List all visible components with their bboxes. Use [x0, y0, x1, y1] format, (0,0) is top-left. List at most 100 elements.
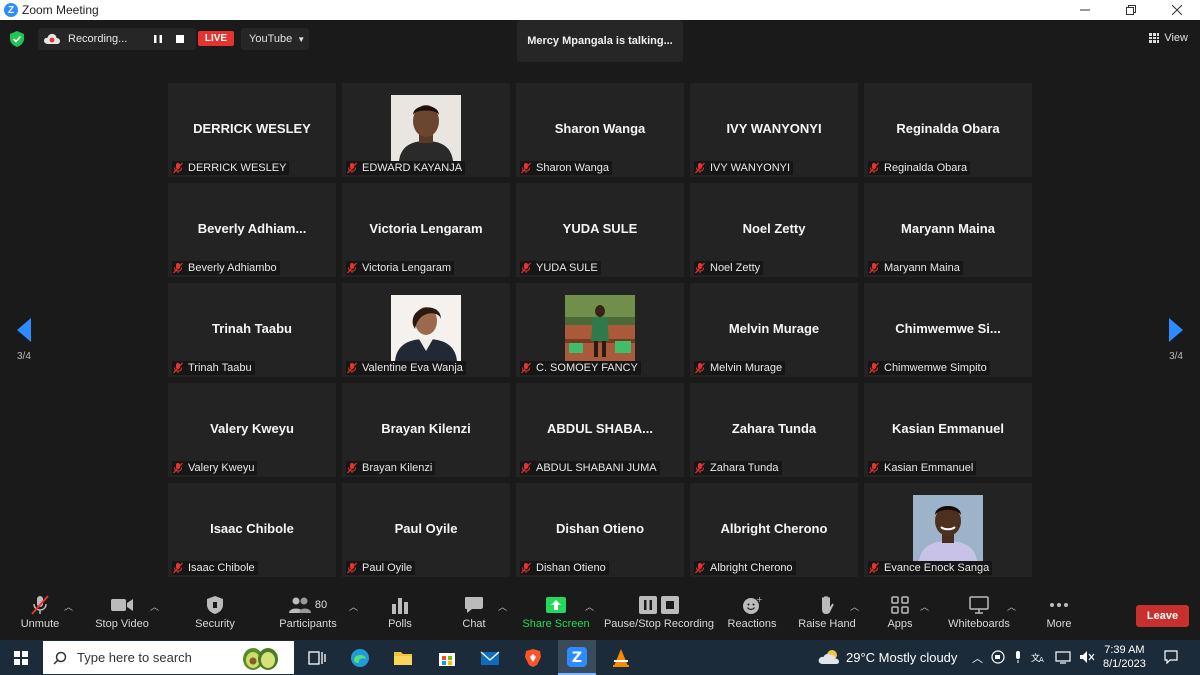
- participant-name-label: Victoria Lengaram: [346, 261, 455, 275]
- edge-browser-icon[interactable]: [350, 648, 370, 668]
- muted-microphone-icon: [521, 262, 531, 274]
- muted-microphone-icon: [347, 462, 357, 474]
- close-button[interactable]: [1154, 0, 1200, 20]
- pause-stop-recording-button[interactable]: Pause/Stop Recording: [604, 592, 714, 640]
- video-options-caret-icon[interactable]: ︿: [150, 600, 159, 613]
- participant-tile[interactable]: Noel Zetty Noel Zetty: [690, 183, 858, 277]
- pause-recording-icon[interactable]: [153, 34, 163, 44]
- participant-tile[interactable]: Chimwemwe Si... Chimwemwe Simpito: [864, 283, 1032, 377]
- network-tray-icon[interactable]: [1055, 650, 1071, 664]
- share-screen-button[interactable]: Share Screen: [522, 592, 590, 640]
- unmute-button[interactable]: Unmute: [14, 592, 66, 640]
- view-button[interactable]: View: [1149, 32, 1188, 44]
- chat-button[interactable]: Chat: [459, 592, 489, 640]
- encryption-shield-icon[interactable]: [10, 31, 24, 47]
- window-title: Zoom Meeting: [22, 3, 99, 17]
- zoom-taskbar-button[interactable]: Z: [558, 640, 596, 675]
- participant-tile[interactable]: Melvin Murage Melvin Murage: [690, 283, 858, 377]
- participant-tile[interactable]: ABDUL SHABA... ABDUL SHABANI JUMA: [516, 383, 684, 477]
- language-tray-icon[interactable]: 文 A: [1031, 650, 1047, 664]
- share-options-caret-icon[interactable]: ︿: [585, 600, 594, 613]
- brave-browser-icon[interactable]: [523, 648, 543, 668]
- zoom-tray-icon[interactable]: [991, 650, 1005, 664]
- muted-microphone-icon: [173, 562, 183, 574]
- audio-options-caret-icon[interactable]: ︿: [64, 600, 73, 613]
- speaker-muted-tray-icon[interactable]: [1079, 650, 1095, 664]
- participant-tile[interactable]: Isaac Chibole Isaac Chibole: [168, 483, 336, 577]
- participant-name-text: Paul Oyile: [362, 562, 413, 574]
- participant-tile[interactable]: YUDA SULE YUDA SULE: [516, 183, 684, 277]
- whiteboards-button[interactable]: Whiteboards: [946, 592, 1012, 640]
- raise-hand-button[interactable]: Raise Hand: [798, 592, 856, 640]
- taskbar-clock[interactable]: 7:39 AM 8/1/2023: [1103, 643, 1146, 671]
- vlc-player-icon[interactable]: [611, 648, 631, 668]
- participant-tile[interactable]: Kasian Emmanuel Kasian Emmanuel: [864, 383, 1032, 477]
- show-hidden-icons-icon[interactable]: ︿: [972, 650, 983, 666]
- microsoft-store-icon[interactable]: [437, 648, 457, 668]
- participants-options-caret-icon[interactable]: ︿: [349, 600, 358, 613]
- more-button[interactable]: More: [1044, 592, 1074, 640]
- participant-name-text: Dishan Otieno: [536, 562, 606, 574]
- participant-tile[interactable]: Valery Kweyu Valery Kweyu: [168, 383, 336, 477]
- stop-recording-icon[interactable]: [176, 35, 184, 43]
- participant-tile[interactable]: Maryann Maina Maryann Maina: [864, 183, 1032, 277]
- file-explorer-icon[interactable]: [393, 648, 413, 668]
- participant-tile[interactable]: Zahara Tunda Zahara Tunda: [690, 383, 858, 477]
- avocado-doodle-icon[interactable]: [240, 645, 280, 671]
- participant-tile[interactable]: Trinah Taabu Trinah Taabu: [168, 283, 336, 377]
- polls-button[interactable]: Polls: [383, 592, 417, 640]
- search-placeholder: Type here to search: [77, 650, 192, 665]
- windows-taskbar: Type here to search Z 29°C Mostly cloudy…: [0, 640, 1200, 675]
- participant-tile[interactable]: Beverly Adhiam... Beverly Adhiambo: [168, 183, 336, 277]
- participant-tile[interactable]: Valentine Eva Wanja: [342, 283, 510, 377]
- participant-tile[interactable]: Brayan Kilenzi Brayan Kilenzi: [342, 383, 510, 477]
- microphone-tray-icon[interactable]: [1013, 650, 1023, 664]
- participant-tile[interactable]: C. SOMOEY FANCY: [516, 283, 684, 377]
- participant-tile[interactable]: Paul Oyile Paul Oyile: [342, 483, 510, 577]
- taskbar-search-box[interactable]: Type here to search: [43, 641, 294, 674]
- reactions-button[interactable]: + Reactions: [728, 592, 777, 640]
- whiteboards-options-caret-icon[interactable]: ︿: [1007, 600, 1016, 613]
- chat-options-caret-icon[interactable]: ︿: [498, 600, 507, 613]
- participant-tile[interactable]: Albright Cherono Albright Cherono: [690, 483, 858, 577]
- restore-button[interactable]: [1108, 0, 1154, 20]
- participant-tile[interactable]: Reginalda Obara Reginalda Obara: [864, 83, 1032, 177]
- security-button[interactable]: Security: [193, 592, 237, 640]
- leave-button[interactable]: Leave: [1136, 605, 1189, 627]
- next-page-icon[interactable]: [1165, 318, 1185, 342]
- stop-video-button[interactable]: Stop Video: [92, 592, 152, 640]
- notification-center-icon[interactable]: [1164, 650, 1178, 664]
- participant-video-feed: [565, 295, 635, 361]
- participant-tile[interactable]: Dishan Otieno Dishan Otieno: [516, 483, 684, 577]
- apps-options-caret-icon[interactable]: ︿: [920, 600, 929, 613]
- participant-tile[interactable]: DERRICK WESLEY DERRICK WESLEY: [168, 83, 336, 177]
- participant-count: 80: [314, 599, 328, 611]
- participant-tile[interactable]: Sharon Wanga Sharon Wanga: [516, 83, 684, 177]
- participant-name-text: ABDUL SHABANI JUMA: [536, 462, 657, 474]
- minimize-button[interactable]: [1062, 0, 1108, 20]
- muted-microphone-icon: [521, 562, 531, 574]
- participant-gallery: DERRICK WESLEY DERRICK WESLEY EDWARD KAYAN…: [168, 83, 1032, 578]
- participant-tile[interactable]: Victoria Lengaram Victoria Lengaram: [342, 183, 510, 277]
- participants-label: Participants: [279, 618, 337, 630]
- meeting-top-bar: Recording... LIVE YouTube ▼ Mercy Mpanga…: [0, 20, 1200, 62]
- windows-start-icon[interactable]: [14, 651, 28, 665]
- muted-microphone-icon: [695, 262, 705, 274]
- previous-page-icon[interactable]: [15, 318, 35, 342]
- participants-button[interactable]: 80 Participants: [278, 592, 338, 640]
- participant-name-label: Trinah Taabu: [172, 361, 255, 375]
- participant-tile[interactable]: IVY WANYONYI IVY WANYONYI: [690, 83, 858, 177]
- microphone-muted-icon: [31, 595, 49, 615]
- apps-button[interactable]: Apps: [884, 592, 916, 640]
- raise-hand-options-caret-icon[interactable]: ︿: [850, 600, 859, 613]
- participant-tile[interactable]: EDWARD KAYANJA: [342, 83, 510, 177]
- participant-display-name: Dishan Otieno: [555, 521, 645, 536]
- task-view-icon[interactable]: [307, 648, 327, 668]
- participant-video-feed: [913, 495, 983, 561]
- participant-tile[interactable]: Evance Enock Sanga: [864, 483, 1032, 577]
- participant-name-label: Sharon Wanga: [520, 161, 612, 175]
- mail-icon[interactable]: [480, 648, 500, 668]
- cloud-recording-icon: [44, 33, 60, 44]
- weather-widget[interactable]: 29°C Mostly cloudy: [818, 649, 957, 665]
- stream-target-dropdown[interactable]: YouTube ▼: [241, 28, 309, 50]
